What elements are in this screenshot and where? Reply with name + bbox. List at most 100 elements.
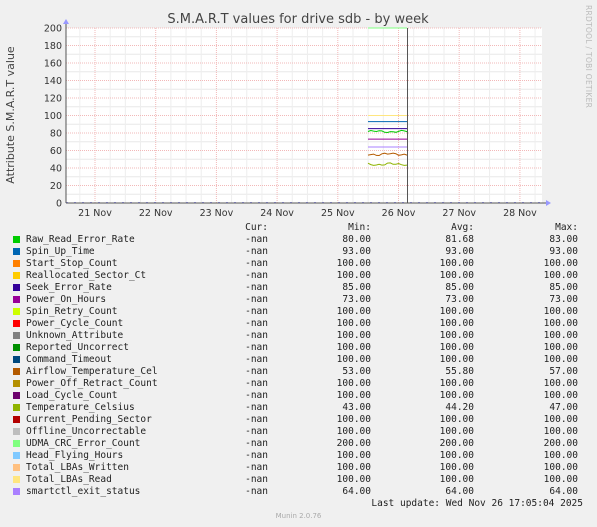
chart-title: S.M.A.R.T values for drive sdb - by week <box>167 12 429 27</box>
legend-swatch <box>13 404 20 411</box>
legend-max-value: 100.00 <box>543 426 578 437</box>
legend-series-name: Total_LBAs_Read <box>26 474 112 485</box>
legend-swatch <box>13 428 20 435</box>
x-tick-label: 24 Nov <box>260 208 294 219</box>
legend-cur-value: -nan <box>245 330 268 341</box>
legend-avg-value: 100.00 <box>439 390 474 401</box>
legend-series-name: Current_Pending_Sector <box>26 414 152 425</box>
legend-max-value: 100.00 <box>543 258 578 269</box>
legend-avg-value: 100.00 <box>439 462 474 473</box>
legend-row: Current_Pending_Sector -nan 100.00 100.00 10… <box>10 414 590 426</box>
legend-swatch <box>13 464 20 471</box>
legend-row: smartctl_exit_status -nan 64.00 64.00 64.00 <box>10 486 590 498</box>
y-tick-label: 0 <box>56 199 62 210</box>
x-tick-label: 21 Nov <box>78 208 112 219</box>
legend-swatch <box>13 416 20 423</box>
legend-avg-value: 100.00 <box>439 258 474 269</box>
legend-min-value: 100.00 <box>336 270 371 281</box>
legend-cur-value: -nan <box>245 342 268 353</box>
legend-row: Airflow_Temperature_Cel -nan 53.00 55.80 57.… <box>10 366 590 378</box>
legend-min-value: 100.00 <box>336 306 371 317</box>
legend-max-value: 100.00 <box>543 414 578 425</box>
legend-cur-value: -nan <box>245 366 268 377</box>
legend-cur-value: -nan <box>245 486 268 497</box>
col-min-header: Min: <box>348 222 371 233</box>
legend-max-value: 100.00 <box>543 474 578 485</box>
legend-avg-value: 64.00 <box>445 486 474 497</box>
y-axis-label: Attribute S.M.A.R.T value <box>4 46 17 184</box>
legend-swatch <box>13 308 20 315</box>
y-tick-label: 100 <box>44 111 62 122</box>
x-tick-label: 27 Nov <box>442 208 476 219</box>
chart: 0 20 40 60 80 100 120 140 160 180 200 21 Nov 22 Nov 2… <box>4 5 593 219</box>
legend-avg-value: 100.00 <box>439 474 474 485</box>
legend-cur-value: -nan <box>245 390 268 401</box>
legend-max-value: 100.00 <box>543 354 578 365</box>
legend-cur-value: -nan <box>245 402 268 413</box>
legend-cur-value: -nan <box>245 234 268 245</box>
legend-min-value: 100.00 <box>336 474 371 485</box>
legend-series-name: Power_Cycle_Count <box>26 318 124 329</box>
legend-row: Raw_Read_Error_Rate -nan 80.00 81.68 83.00 <box>10 234 590 246</box>
legend-cur-value: -nan <box>245 270 268 281</box>
legend-swatch <box>13 284 20 291</box>
legend-avg-value: 55.80 <box>445 366 474 377</box>
legend-avg-value: 100.00 <box>439 330 474 341</box>
legend-min-value: 53.00 <box>342 366 371 377</box>
legend-row: Load_Cycle_Count -nan 100.00 100.00 100.00 <box>10 390 590 402</box>
legend-series-name: Spin_Retry_Count <box>26 306 118 317</box>
legend-min-value: 100.00 <box>336 318 371 329</box>
legend-cur-value: -nan <box>245 306 268 317</box>
legend-row: Offline_Uncorrectable -nan 100.00 100.00 100… <box>10 426 590 438</box>
legend-swatch <box>13 236 20 243</box>
y-tick-label: 40 <box>50 164 62 175</box>
y-axis-arrow <box>63 19 69 24</box>
legend-swatch <box>13 260 20 267</box>
legend-swatch <box>13 392 20 399</box>
legend-swatch <box>13 248 20 255</box>
legend-cur-value: -nan <box>245 354 268 365</box>
legend-max-value: 100.00 <box>543 378 578 389</box>
legend-swatch <box>13 332 20 339</box>
legend-series-name: Reallocated_Sector_Ct <box>26 270 147 281</box>
legend-series-name: Command_Timeout <box>26 354 112 365</box>
legend-min-value: 100.00 <box>336 390 371 401</box>
y-tick-label: 80 <box>50 129 62 140</box>
legend-min-value: 85.00 <box>342 282 371 293</box>
legend-min-value: 100.00 <box>336 258 371 269</box>
last-update: Last update: Wed Nov 26 17:05:04 2025 <box>371 498 583 509</box>
legend-min-value: 100.00 <box>336 378 371 389</box>
legend-row: Power_On_Hours -nan 73.00 73.00 73.00 <box>10 294 590 306</box>
col-avg-header: Avg: <box>451 222 474 233</box>
x-tick-label: 25 Nov <box>321 208 355 219</box>
legend-table: Cur: Min: Avg: Max: Raw_Read_Error_Rate -… <box>10 222 590 498</box>
x-tick-label: 23 Nov <box>200 208 234 219</box>
legend-min-value: 100.00 <box>336 426 371 437</box>
legend-series-name: Start_Stop_Count <box>26 258 118 269</box>
legend-swatch <box>13 356 20 363</box>
legend-max-value: 100.00 <box>543 330 578 341</box>
legend-row: Power_Off_Retract_Count -nan 100.00 100.00 1… <box>10 378 590 390</box>
legend-min-value: 80.00 <box>342 234 371 245</box>
legend-max-value: 100.00 <box>543 390 578 401</box>
legend-max-value: 57.00 <box>549 366 578 377</box>
y-tick-label: 180 <box>44 41 62 52</box>
legend-row: Spin_Up_Time -nan 93.00 93.00 93.00 <box>10 246 590 258</box>
legend-min-value: 100.00 <box>336 462 371 473</box>
legend-swatch <box>13 296 20 303</box>
legend-min-value: 100.00 <box>336 342 371 353</box>
legend-avg-value: 100.00 <box>439 318 474 329</box>
legend-swatch <box>13 344 20 351</box>
x-tick-label: 28 Nov <box>503 208 537 219</box>
legend-series-name: Offline_Uncorrectable <box>26 426 147 437</box>
legend-cur-value: -nan <box>245 282 268 293</box>
legend-row: Start_Stop_Count -nan 100.00 100.00 100.00 <box>10 258 590 270</box>
legend-avg-value: 100.00 <box>439 306 474 317</box>
legend-header: Cur: Min: Avg: Max: <box>10 222 590 234</box>
legend-swatch <box>13 488 20 495</box>
legend-series-name: Power_Off_Retract_Count <box>26 378 158 389</box>
legend-cur-value: -nan <box>245 294 268 305</box>
legend-avg-value: 44.20 <box>445 402 474 413</box>
legend-min-value: 93.00 <box>342 246 371 257</box>
legend-avg-value: 93.00 <box>445 246 474 257</box>
